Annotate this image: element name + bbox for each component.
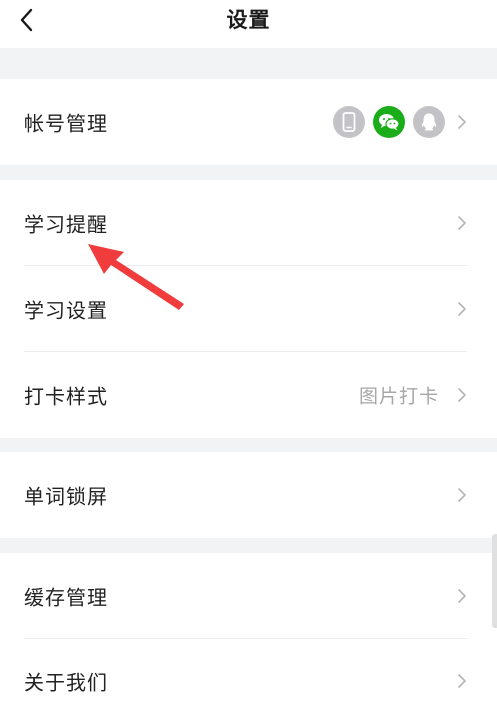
study-reminder-row[interactable]: 学习提醒 xyxy=(0,180,497,266)
wechat-icon xyxy=(373,106,405,138)
nav-bar: 设置 xyxy=(0,0,497,48)
account-section: 帐号管理 xyxy=(0,79,497,165)
qq-icon xyxy=(413,106,445,138)
scroll-indicator[interactable] xyxy=(492,534,497,628)
misc-section: 缓存管理 关于我们 xyxy=(0,553,497,722)
account-management-row[interactable]: 帐号管理 xyxy=(0,79,497,165)
checkin-style-row[interactable]: 打卡样式 图片打卡 xyxy=(0,352,497,438)
cache-management-label: 缓存管理 xyxy=(24,585,108,610)
word-lockscreen-row[interactable]: 单词锁屏 xyxy=(0,452,497,538)
phone-icon xyxy=(333,106,365,138)
chevron-right-icon xyxy=(458,302,466,316)
word-lockscreen-label: 单词锁屏 xyxy=(24,484,108,509)
about-us-label: 关于我们 xyxy=(24,670,108,694)
chevron-right-icon xyxy=(458,488,466,502)
page-title: 设置 xyxy=(226,8,271,32)
about-us-row[interactable]: 关于我们 xyxy=(0,639,497,722)
chevron-right-icon xyxy=(458,589,466,603)
cache-management-row[interactable]: 缓存管理 xyxy=(0,553,497,639)
checkin-style-value: 图片打卡 xyxy=(358,385,439,408)
chevron-right-icon xyxy=(458,388,466,402)
study-settings-row[interactable]: 学习设置 xyxy=(0,266,497,352)
chevron-right-icon xyxy=(458,216,466,230)
study-reminder-label: 学习提醒 xyxy=(24,212,108,237)
chevron-right-icon xyxy=(458,115,466,129)
study-section: 学习提醒 学习设置 打卡样式 图片打卡 xyxy=(0,180,497,438)
account-management-label: 帐号管理 xyxy=(24,111,108,136)
checkin-style-label: 打卡样式 xyxy=(24,384,108,409)
annotation-arrow-icon xyxy=(88,244,184,310)
linked-accounts xyxy=(333,106,445,138)
chevron-right-icon xyxy=(458,673,466,688)
lockscreen-section: 单词锁屏 xyxy=(0,452,497,538)
